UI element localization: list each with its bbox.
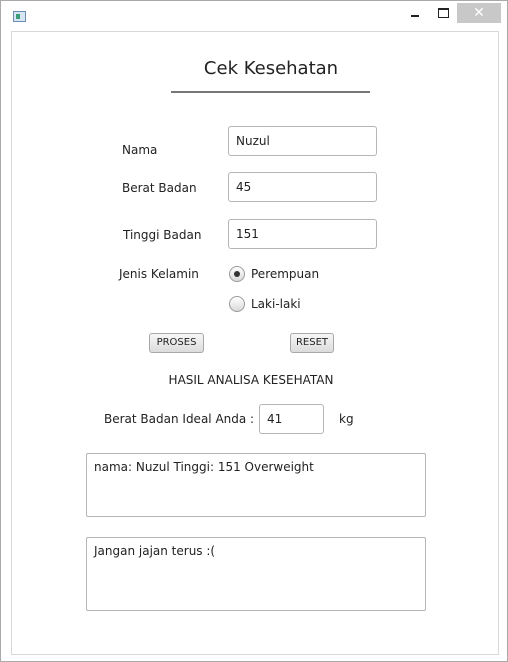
close-button[interactable]: ✕ [457,3,501,23]
maximize-button[interactable] [429,3,457,23]
close-icon: ✕ [473,5,485,21]
radio-laki-laki-label[interactable]: Laki-laki [251,297,301,311]
proses-button[interactable]: PROSES [149,333,204,353]
summary-textarea[interactable]: nama: Nuzul Tinggi: 151 Overweight [86,453,426,517]
radio-perempuan[interactable] [229,266,245,282]
title-underline [171,91,370,93]
app-window-icon [13,11,26,22]
maximize-icon [437,7,449,18]
title-bar[interactable]: ✕ [1,1,507,31]
advice-textarea[interactable]: Jangan jajan terus :( [86,537,426,611]
nama-label: Nama [122,143,158,157]
ideal-weight-field[interactable]: 41 [259,404,324,434]
berat-badan-label: Berat Badan [122,181,197,195]
reset-button[interactable]: RESET [290,333,334,353]
ideal-weight-label: Berat Badan Ideal Anda : [104,412,255,426]
minimize-button[interactable] [401,3,429,23]
tinggi-badan-input[interactable]: 151 [228,219,377,249]
jenis-kelamin-label: Jenis Kelamin [119,267,199,281]
page-title: Cek Kesehatan [203,58,339,79]
radio-perempuan-label[interactable]: Perempuan [251,267,319,281]
minimize-icon [411,14,419,17]
result-heading: HASIL ANALISA KESEHATAN [168,373,334,387]
tinggi-badan-label: Tinggi Badan [123,228,202,242]
berat-badan-input[interactable]: 45 [228,172,377,202]
radio-laki-laki[interactable] [229,296,245,312]
app-window: ✕ Cek Kesehatan Nama Nuzul Berat Badan 4… [0,0,508,662]
nama-input[interactable]: Nuzul [228,126,377,156]
ideal-weight-unit: kg [339,412,354,426]
